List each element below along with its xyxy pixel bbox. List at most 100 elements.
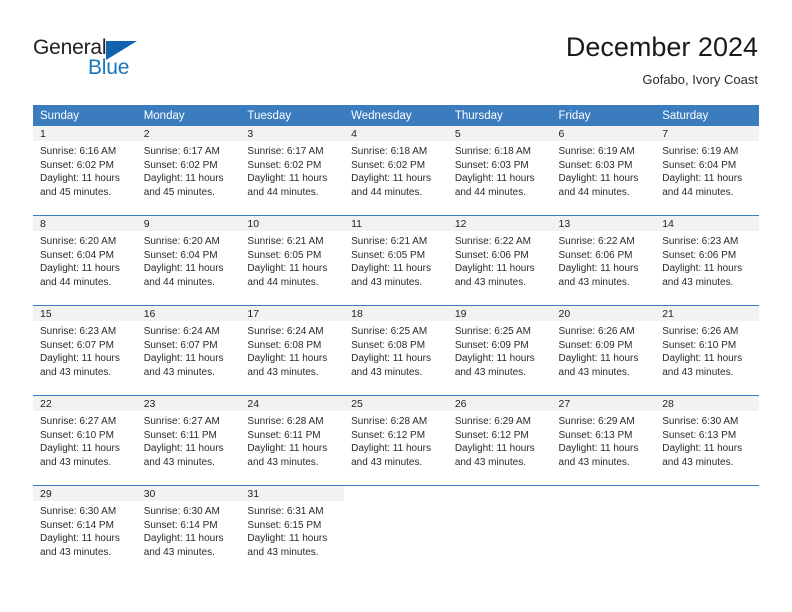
day-number: 1 — [40, 128, 46, 140]
daylight-text-line2: and 44 minutes. — [40, 276, 112, 288]
day-cell[interactable]: 20 Sunrise: 6:26 AM Sunset: 6:09 PM Dayligh… — [551, 305, 656, 396]
day-number: 23 — [143, 398, 156, 410]
daylight-text-line2: and 43 minutes. — [247, 546, 319, 558]
day-number: 28 — [662, 398, 674, 410]
day-cell[interactable]: 31 Sunrise: 6:31 AM Sunset: 6:15 PM Dayligh… — [240, 485, 345, 575]
weekday-header-friday: Friday — [551, 105, 656, 126]
daylight-text-line2: and 43 minutes. — [40, 546, 112, 558]
sunset-text: Sunset: 6:02 PM — [40, 159, 114, 171]
sunset-text: Sunset: 6:02 PM — [351, 159, 426, 171]
day-cell[interactable]: 29 Sunrise: 6:30 AM Sunset: 6:14 PM Dayligh… — [33, 485, 137, 575]
sunrise-text: Sunrise: 6:22 AM — [558, 236, 635, 247]
day-cell[interactable]: 28 Sunrise: 6:30 AM Sunset: 6:13 PM Dayligh… — [655, 395, 759, 486]
day-cell[interactable]: 21 Sunrise: 6:26 AM Sunset: 6:10 PM Dayligh… — [655, 305, 759, 396]
sunset-text: Sunset: 6:05 PM — [351, 249, 426, 261]
sunset-text: Sunset: 6:12 PM — [454, 429, 529, 441]
sunrise-text: Sunrise: 6:17 AM — [143, 146, 220, 157]
day-cell[interactable]: 22 Sunrise: 6:27 AM Sunset: 6:10 PM Dayligh… — [33, 395, 137, 486]
sunset-text: Sunset: 6:03 PM — [558, 159, 633, 171]
daylight-text-line1: Daylight: 11 hours — [40, 353, 120, 365]
day-cell[interactable]: 5 Sunrise: 6:18 AM Sunset: 6:03 PM Daylight… — [447, 126, 552, 216]
daylight-text-line1: Daylight: 11 hours — [247, 173, 328, 185]
page-subtitle: Gofabo, Ivory Coast — [642, 72, 758, 87]
day-number: 21 — [662, 308, 674, 320]
day-cell[interactable]: 1 Sunrise: 6:16 AM Sunset: 6:02 PM Daylight… — [33, 126, 137, 216]
page-title: December 2024 — [565, 32, 758, 62]
sunset-text: Sunset: 6:06 PM — [662, 249, 737, 261]
day-cell[interactable]: 23 Sunrise: 6:27 AM Sunset: 6:11 PM Dayligh… — [136, 395, 241, 486]
day-number: 22 — [40, 398, 52, 410]
day-cell[interactable]: 26 Sunrise: 6:29 AM Sunset: 6:12 PM Dayligh… — [447, 395, 552, 486]
daylight-text-line2: and 43 minutes. — [351, 366, 423, 378]
daylight-text-line2: and 43 minutes. — [662, 366, 734, 378]
day-cell[interactable]: 4 Sunrise: 6:18 AM Sunset: 6:02 PM Daylight… — [344, 126, 448, 216]
sunrise-text: Sunrise: 6:30 AM — [662, 416, 739, 427]
daylight-text-line1: Daylight: 11 hours — [40, 533, 120, 545]
daylight-text-line2: and 44 minutes. — [454, 186, 526, 198]
daylight-text-line1: Daylight: 11 hours — [351, 353, 431, 365]
calendar-body: 1 Sunrise: 6:16 AM Sunset: 6:02 PM Daylight… — [33, 126, 759, 575]
page-header: General Blue December 2024 Gofabo, Ivory… — [0, 0, 792, 96]
daylight-text-line1: Daylight: 11 hours — [143, 173, 224, 185]
sunset-text: Sunset: 6:10 PM — [40, 429, 114, 441]
sunset-text: Sunset: 6:15 PM — [247, 519, 322, 531]
daylight-text-line2: and 43 minutes. — [662, 276, 734, 288]
daylight-text-line2: and 43 minutes. — [40, 366, 112, 378]
sunset-text: Sunset: 6:13 PM — [558, 429, 633, 441]
daylight-text-line2: and 43 minutes. — [454, 366, 526, 378]
weekday-header-thursday: Thursday — [447, 105, 552, 126]
sunrise-text: Sunrise: 6:27 AM — [143, 416, 220, 427]
day-cell[interactable]: 9 Sunrise: 6:20 AM Sunset: 6:04 PM Daylight… — [136, 215, 241, 306]
day-cell[interactable]: 2 Sunrise: 6:17 AM Sunset: 6:02 PM Daylight… — [136, 126, 241, 216]
day-number: 13 — [558, 218, 571, 230]
weekday-header-row: Sunday Monday Tuesday Wednesday Thursday… — [33, 105, 759, 126]
day-cell[interactable]: 7 Sunrise: 6:19 AM Sunset: 6:04 PM Daylight… — [655, 126, 759, 216]
weekday-header-wednesday: Wednesday — [344, 105, 448, 126]
calendar-page: General Blue December 2024 Gofabo, Ivory… — [0, 0, 792, 612]
day-cell[interactable]: 27 Sunrise: 6:29 AM Sunset: 6:13 PM Dayligh… — [551, 395, 656, 486]
day-cell[interactable]: 11 Sunrise: 6:21 AM Sunset: 6:05 PM Dayligh… — [344, 215, 448, 306]
sunrise-text: Sunrise: 6:30 AM — [40, 506, 117, 517]
daylight-text-line2: and 44 minutes. — [558, 186, 630, 198]
daylight-text-line1: Daylight: 11 hours — [351, 263, 431, 275]
day-cell[interactable]: 25 Sunrise: 6:28 AM Sunset: 6:12 PM Dayligh… — [344, 395, 448, 486]
sunset-text: Sunset: 6:04 PM — [40, 249, 114, 261]
daylight-text-line2: and 43 minutes. — [143, 456, 215, 468]
day-cell[interactable]: 14 Sunrise: 6:23 AM Sunset: 6:06 PM Dayligh… — [655, 215, 759, 306]
daylight-text-line2: and 44 minutes. — [662, 186, 734, 198]
daylight-text-line2: and 43 minutes. — [351, 276, 423, 288]
day-cell[interactable]: 15 Sunrise: 6:23 AM Sunset: 6:07 PM Dayligh… — [33, 305, 137, 396]
sunset-text: Sunset: 6:13 PM — [662, 429, 737, 441]
day-cell[interactable]: 16 Sunrise: 6:24 AM Sunset: 6:07 PM Dayligh… — [136, 305, 241, 396]
sunset-text: Sunset: 6:08 PM — [247, 339, 322, 351]
day-cell[interactable]: 13 Sunrise: 6:22 AM Sunset: 6:06 PM Dayligh… — [551, 215, 656, 306]
day-cell-empty — [344, 485, 448, 575]
day-cell[interactable]: 6 Sunrise: 6:19 AM Sunset: 6:03 PM Daylight… — [551, 126, 656, 216]
sunrise-text: Sunrise: 6:23 AM — [662, 236, 739, 247]
sunset-text: Sunset: 6:06 PM — [454, 249, 529, 261]
day-cell[interactable]: 8 Sunrise: 6:20 AM Sunset: 6:04 PM Daylight… — [33, 215, 137, 306]
day-cell[interactable]: 24 Sunrise: 6:28 AM Sunset: 6:11 PM Dayligh… — [240, 395, 345, 486]
sunset-text: Sunset: 6:09 PM — [454, 339, 529, 351]
daylight-text-line2: and 44 minutes. — [351, 186, 423, 198]
day-cell[interactable]: 30 Sunrise: 6:30 AM Sunset: 6:14 PM Dayligh… — [136, 485, 241, 575]
day-cell[interactable]: 19 Sunrise: 6:25 AM Sunset: 6:09 PM Dayligh… — [447, 305, 552, 396]
sunrise-text: Sunrise: 6:18 AM — [454, 146, 531, 157]
sunset-text: Sunset: 6:05 PM — [247, 249, 322, 261]
generalblue-logo[interactable]: General Blue — [33, 36, 173, 82]
sunrise-text: Sunrise: 6:25 AM — [351, 326, 428, 337]
day-number: 7 — [662, 128, 669, 140]
daylight-text-line2: and 43 minutes. — [454, 456, 526, 468]
day-cell[interactable]: 12 Sunrise: 6:22 AM Sunset: 6:06 PM Dayligh… — [447, 215, 552, 306]
day-number: 10 — [247, 218, 260, 230]
day-number: 16 — [143, 308, 156, 320]
day-cell[interactable]: 10 Sunrise: 6:21 AM Sunset: 6:05 PM Dayligh… — [240, 215, 345, 306]
day-cell[interactable]: 17 Sunrise: 6:24 AM Sunset: 6:08 PM Dayligh… — [240, 305, 345, 396]
day-cell[interactable]: 18 Sunrise: 6:25 AM Sunset: 6:08 PM Dayligh… — [344, 305, 448, 396]
day-cell[interactable]: 3 Sunrise: 6:17 AM Sunset: 6:02 PM Daylight… — [240, 126, 345, 216]
daylight-text-line1: Daylight: 11 hours — [351, 173, 431, 185]
daylight-text-line1: Daylight: 11 hours — [454, 353, 535, 365]
weekday-header-sunday: Sunday — [33, 105, 137, 126]
daylight-text-line2: and 43 minutes. — [40, 456, 112, 468]
daylight-text-line2: and 43 minutes. — [247, 456, 319, 468]
